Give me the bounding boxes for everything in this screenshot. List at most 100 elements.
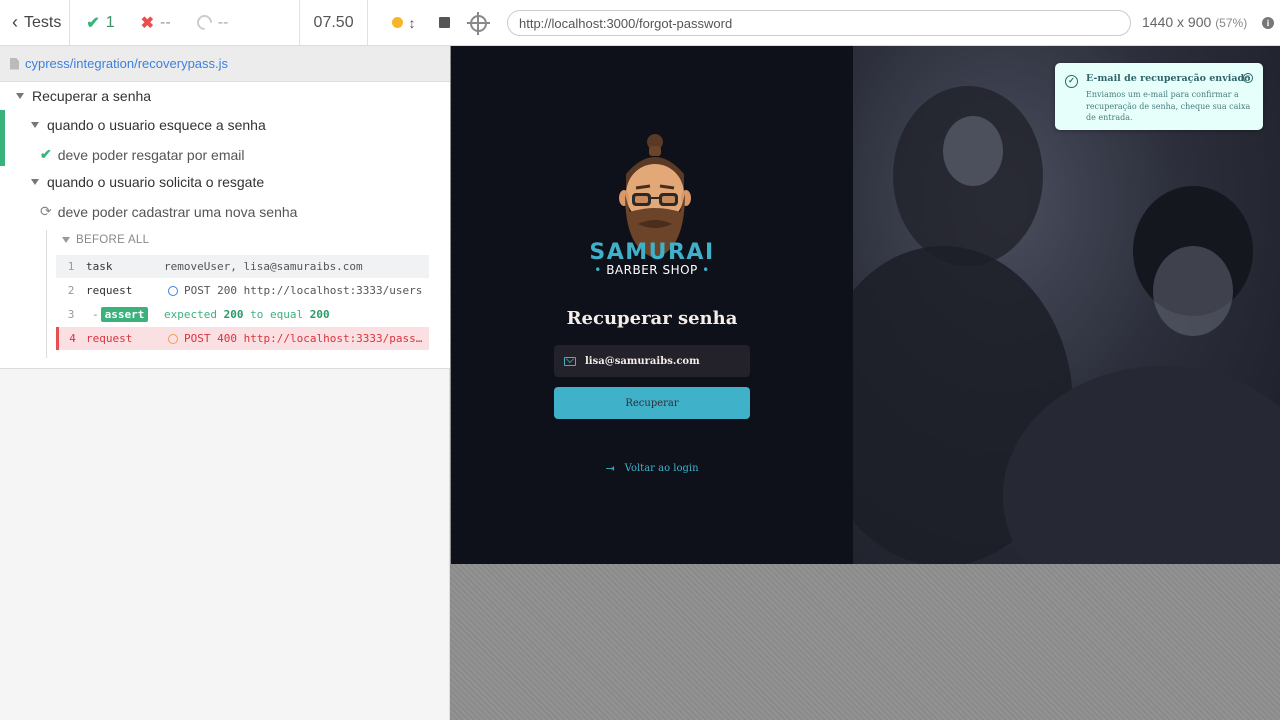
assert-value-2: 200 (309, 308, 330, 321)
selector-playground-icon[interactable] (467, 12, 490, 35)
viewport-info: 1440 x 900 (57%) (1142, 14, 1247, 30)
controls: ↕ (368, 0, 439, 45)
pending-stat[interactable]: -- (193, 11, 229, 34)
refresh-icon: ⟳ (40, 203, 52, 219)
mail-icon (564, 356, 576, 366)
command-row[interactable]: 3 - assert expected 200 to equal 200 (56, 303, 429, 326)
spec-path-bar: cypress/integration/recoverypass.js (0, 46, 450, 82)
toast-title: E-mail de recuperação enviado (1086, 73, 1251, 84)
command-row[interactable]: 2 request POST 200 http://localhost:3333… (56, 279, 429, 302)
close-icon[interactable]: × (1243, 73, 1253, 83)
check-circle-icon: ✓ (1065, 75, 1078, 88)
passed-indicator-bar (0, 110, 5, 166)
suite-title-row[interactable]: Recuperar a senha (16, 88, 151, 104)
test-row-2[interactable]: ⟳ deve poder cadastrar uma nova senha (40, 203, 297, 220)
photo-shape (1153, 246, 1233, 336)
reporter-panel: ‹ Tests ✔ 1 ✖ -- -- 07.50 ↕ cypress/integr… (0, 0, 451, 720)
check-icon: ✔ (40, 146, 52, 162)
before-all-hook[interactable]: BEFORE ALL (62, 234, 149, 246)
caret-down-icon (62, 237, 70, 243)
failed-stat[interactable]: ✖ -- (141, 13, 171, 33)
brand-title: SAMURAI (589, 240, 715, 265)
caret-down-icon (31, 179, 39, 185)
tests-back-button[interactable]: ‹ Tests (0, 0, 71, 45)
stop-button[interactable] (439, 0, 451, 45)
command-number: 2 (67, 284, 75, 297)
command-message-wrap: POST 400 http://localhost:3333/password/… (164, 332, 429, 345)
bullet-icon: • (702, 263, 710, 277)
toast-message: Enviamos um e-mail para confirmar a recu… (1086, 90, 1251, 122)
pending-count: -- (217, 13, 229, 31)
running-indicator-icon (391, 17, 403, 28)
context-title-1: quando o usuario esquece a senha (47, 117, 266, 133)
info-icon[interactable]: i (1262, 17, 1274, 29)
hook-title: BEFORE ALL (76, 234, 150, 246)
back-to-login-label: Voltar ao login (624, 463, 699, 474)
assert-value-1: 200 (223, 308, 244, 321)
command-number: 4 (69, 332, 76, 345)
command-name: - (92, 308, 99, 321)
context-row-2[interactable]: quando o usuario solicita o resgate (31, 174, 264, 190)
viewport-size: 1440 x 900 (1142, 14, 1212, 30)
success-toast: ✓ E-mail de recuperação enviado Enviamos… (1055, 63, 1263, 130)
pending-icon (193, 11, 215, 34)
email-value: lisa@samuraibs.com (585, 355, 700, 367)
caret-down-icon (16, 93, 24, 99)
request-status-icon (168, 285, 178, 296)
check-icon: ✔ (86, 14, 100, 32)
command-message-wrap: POST 200 http://localhost:3333/users (164, 284, 429, 297)
spec-path[interactable]: cypress/integration/recoverypass.js (25, 56, 228, 71)
viewport-zoom: (57%) (1215, 16, 1248, 30)
command-message: removeUser, lisa@samuraibs.com (164, 260, 363, 273)
context-row-1[interactable]: quando o usuario esquece a senha (31, 117, 266, 133)
command-name-wrap: - assert (86, 307, 164, 322)
page-title: Recuperar senha (566, 308, 738, 329)
assert-text-2: to equal (250, 308, 304, 321)
hook-line (46, 230, 47, 358)
reporter-header: ‹ Tests ✔ 1 ✖ -- -- 07.50 ↕ (0, 0, 451, 46)
test-title-1: deve poder resgatar por email (57, 146, 245, 163)
passed-count: 1 (105, 13, 115, 31)
test-row-1[interactable]: ✔ deve poder resgatar por email (40, 146, 245, 163)
command-row[interactable]: 1 task removeUser, lisa@samuraibs.com (56, 255, 429, 278)
command-name: task (86, 260, 113, 273)
stop-icon (439, 17, 451, 28)
photo-shape (943, 116, 1003, 186)
duration: 07.50 (300, 0, 369, 45)
back-to-login-link[interactable]: ⇥ Voltar ao login (451, 462, 853, 475)
log-in-icon: ⇥ (605, 462, 615, 475)
failed-count: -- (160, 13, 171, 31)
runnables: Recuperar a senha quando o usuario esque… (0, 82, 450, 369)
stats: ✔ 1 ✖ -- -- (70, 0, 301, 45)
command-message: POST 200 http://localhost:3333/users (184, 284, 423, 297)
recover-button[interactable]: Recuperar (554, 387, 750, 419)
brand-subtitle-text: BARBER SHOP (606, 263, 698, 277)
assert-badge: assert (100, 307, 149, 322)
auto-scroll-toggle-icon[interactable]: ↕ (409, 15, 416, 31)
app-iframe: SAMURAI • BARBER SHOP • Recuperar senha … (451, 46, 1280, 564)
command-name: request (86, 284, 133, 297)
brand-subtitle: • BARBER SHOP • (451, 263, 853, 277)
file-icon (10, 57, 19, 70)
command-name: request (86, 332, 133, 345)
request-status-icon (168, 333, 178, 344)
chevron-left-icon: ‹ (12, 12, 18, 32)
command-number: 1 (67, 260, 75, 273)
x-icon: ✖ (140, 14, 155, 32)
context-title-2: quando o usuario solicita o resgate (47, 174, 265, 190)
url-field[interactable]: http://localhost:3000/forgot-password (507, 10, 1131, 36)
command-number: 3 (67, 308, 75, 321)
bullet-icon: • (594, 263, 602, 277)
command-message: POST 400 http://localhost:3333/password/… (184, 332, 429, 345)
app-under-test-panel: http://localhost:3000/forgot-password 14… (450, 0, 1280, 720)
suite-title: Recuperar a senha (32, 88, 152, 104)
email-field[interactable]: lisa@samuraibs.com (554, 345, 750, 377)
command-row-failed[interactable]: 4 request POST 400 http://localhost:3333… (56, 327, 429, 350)
tests-label: Tests (24, 13, 62, 31)
caret-down-icon (31, 122, 39, 128)
url-bar: http://localhost:3000/forgot-password 14… (450, 0, 1280, 46)
form-panel: SAMURAI • BARBER SHOP • Recuperar senha … (451, 46, 853, 564)
passed-stat[interactable]: ✔ 1 (86, 13, 114, 33)
assert-text-1: expected (164, 308, 217, 321)
command-message: expected 200 to equal 200 (164, 308, 429, 321)
